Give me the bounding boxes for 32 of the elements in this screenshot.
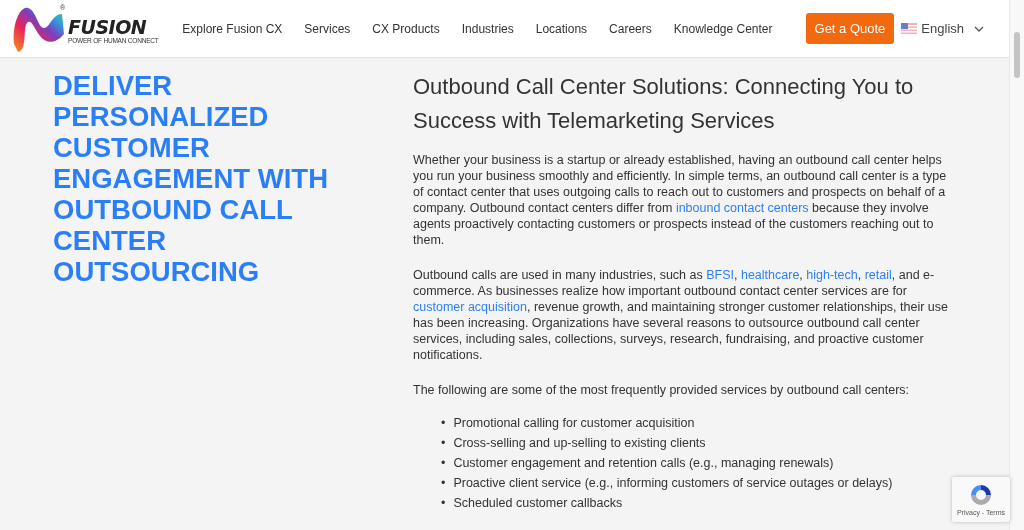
bullet-item: Scheduled customer callbacks (453, 495, 623, 512)
recaptcha-icon (969, 483, 993, 507)
bullet-marker: • (441, 495, 446, 512)
nav-link[interactable]: CX Products (361, 21, 451, 36)
bullet-marker: • (441, 475, 446, 492)
paragraph: Outbound calls are used in many industries, such as BFSI, healthcare, high-tech, retail, and e-commerce. As businesses realize how important outbound contact center services are for customer acquisition, revenue growth, and maintaining stronger customer relationships, their use has been increasing. Organizations have several reasons to outsource outbound call center services, including sales, collections, surveys, research, fundraising, and proactive customer notifications. (413, 267, 948, 363)
nav-link[interactable]: Knowledge Center (662, 21, 784, 36)
nav-link[interactable]: Locations (524, 21, 599, 36)
logo-wordmark: FUSION (68, 18, 147, 38)
nav-link[interactable]: Services (293, 21, 362, 36)
bullet-item: Customer engagement and retention calls (e.g., managing renewals) (453, 455, 834, 472)
hero-heading: DELIVER PERSONALIZED CUSTOMER ENGAGEMENT WITH OUTBOUND CALL CENTER OUTSOURCING (53, 70, 329, 289)
inline-link[interactable]: high-tech (806, 268, 858, 282)
language-selector[interactable]: English (921, 21, 964, 36)
bullet-marker: • (441, 435, 446, 452)
paragraph: Whether your business is a startup or already established, having an outbound call center helps you run your business smoothly and efficiently. In simple terms, an outbound call center is a type of contact center that uses outgoing calls to reach out to customers and prospects on behalf of a company. Outbound contact centers differ from inbound contact centers because they involve agents proactively contacting customers or prospects instead of the customers reaching out to them. (413, 152, 948, 248)
paragraph: The following are some of the most frequently provided services by outbound call centers: (413, 382, 911, 398)
bullet-marker: • (441, 455, 446, 472)
inline-link[interactable]: customer acquisition (413, 300, 527, 314)
chevron-down-icon[interactable] (974, 25, 984, 32)
inline-link[interactable]: inbound contact centers (675, 201, 809, 215)
bullet-item: Promotional calling for customer acquisition (453, 415, 695, 432)
article-title: Outbound Call Center Solutions: Connecting You to Success with Telemarketing Services (413, 73, 915, 135)
nav-link[interactable]: Industries (450, 21, 525, 36)
inline-link[interactable]: retail (864, 268, 892, 282)
flag-icon (901, 23, 918, 34)
bullet-item: Cross-selling and up-selling to existing clients (453, 435, 706, 452)
bullet-marker: • (441, 415, 446, 432)
nav-link[interactable]: Explore Fusion CX (171, 21, 294, 36)
nav-link[interactable]: Careers (598, 21, 663, 36)
scrollbar-thumb[interactable] (1014, 32, 1020, 78)
bullet-item: Proactive client service (e.g., informing customers of service outages or delays) (453, 475, 893, 492)
